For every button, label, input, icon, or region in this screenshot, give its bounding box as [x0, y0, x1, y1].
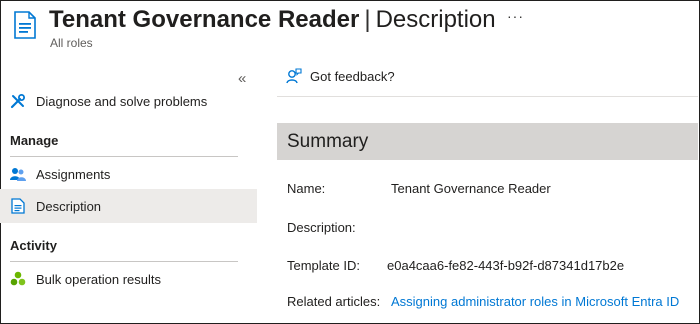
section-manage: Manage [10, 133, 59, 148]
more-options-button[interactable]: ··· [507, 8, 524, 24]
sidebar-item-label: Assignments [36, 166, 111, 182]
feedback-button[interactable]: Got feedback? [286, 68, 395, 84]
sidebar-item-bulk-operation-results[interactable]: Bulk operation results [0, 262, 257, 296]
related-article-link[interactable]: Assigning administrator roles in Microso… [391, 294, 679, 309]
related-articles-label: Related articles: [287, 294, 381, 309]
document-icon [11, 198, 25, 214]
section-activity: Activity [10, 238, 57, 253]
sidebar-item-label: Bulk operation results [36, 271, 162, 287]
document-page-icon [14, 11, 36, 39]
page-title: Tenant Governance Reader | Description [49, 5, 496, 35]
sidebar-item-assignments[interactable]: Assignments [0, 157, 257, 191]
toolbar-divider [277, 96, 698, 97]
template-id-label: Template ID: [287, 258, 360, 273]
page-title-section: Description [375, 6, 496, 33]
bulk-operation-icon [10, 271, 26, 286]
page-title-role: Tenant Governance Reader [49, 6, 360, 33]
sidebar-item-label: Description [36, 198, 102, 214]
feedback-person-icon [286, 68, 302, 84]
feedback-label: Got feedback? [310, 68, 395, 84]
description-label: Description: [287, 220, 356, 235]
breadcrumb-subtitle: All roles [50, 36, 93, 50]
wrench-icon [10, 94, 25, 109]
users-icon [10, 168, 26, 181]
sidebar-item-diagnose[interactable]: Diagnose and solve problems [0, 84, 257, 118]
summary-header: Summary [277, 123, 698, 160]
sidebar-item-label: Diagnose and solve problems [36, 93, 208, 109]
title-separator: | [364, 6, 371, 33]
template-id-value: e0a4caa6-fe82-443f-b92f-d87341d17b2e [387, 258, 625, 273]
sidebar-item-description[interactable]: Description [0, 189, 257, 223]
name-value: Tenant Governance Reader [391, 181, 551, 196]
name-label: Name: [287, 181, 326, 196]
